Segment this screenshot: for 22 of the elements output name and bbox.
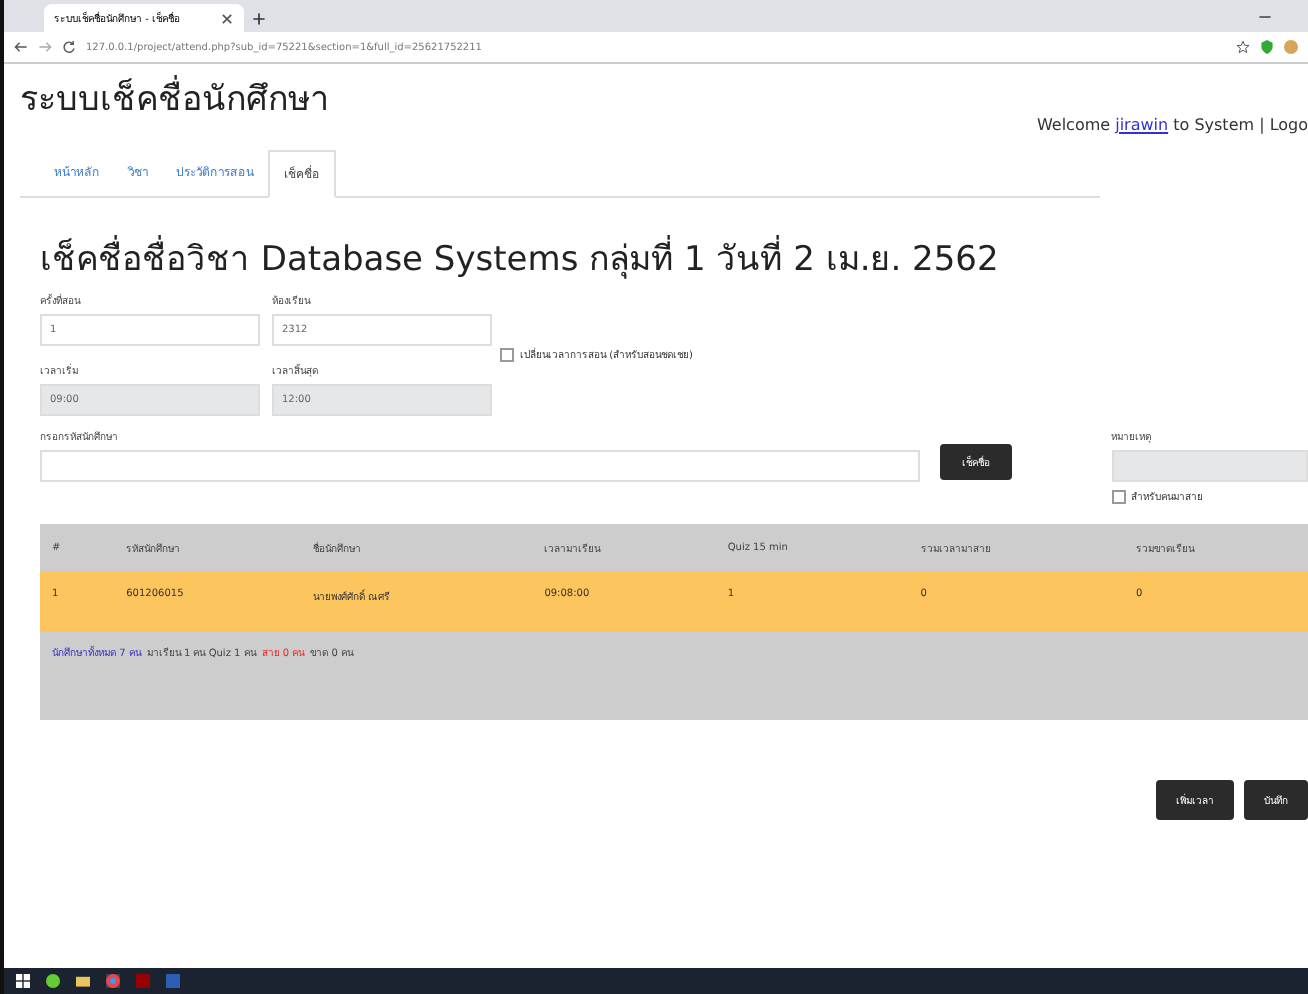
user-link[interactable]: jirawin [1115, 116, 1169, 134]
reload-icon[interactable] [62, 40, 76, 54]
plus-icon[interactable] [252, 12, 266, 26]
checkbox[interactable] [500, 347, 514, 361]
checkbox[interactable] [1111, 489, 1126, 503]
welcome-text: Welcome [1036, 116, 1111, 134]
browser-icon[interactable] [106, 974, 120, 988]
windows-icon[interactable] [16, 974, 30, 988]
close-icon[interactable] [220, 11, 234, 25]
forward-icon[interactable] [38, 40, 52, 54]
avatar-icon[interactable] [1284, 40, 1298, 54]
star-icon[interactable] [1236, 40, 1250, 54]
app-icon[interactable] [46, 974, 60, 988]
folder-icon[interactable] [76, 974, 90, 988]
site-title: ระบบเช็คชื่อนักศึกษา [20, 70, 330, 124]
shield-icon[interactable] [1260, 40, 1274, 54]
page-heading: เช็คชื่อชื่อวิชา Database Systems กลุ่มที่ 1 วันที่ 2 เม.ย. 2562 [40, 230, 1308, 284]
back-icon[interactable] [14, 40, 28, 54]
student-id-field[interactable] [40, 450, 920, 482]
system-text: to System | Logo [1173, 116, 1308, 134]
minimize-icon[interactable] [1258, 10, 1272, 24]
note-field[interactable] [1111, 450, 1308, 482]
